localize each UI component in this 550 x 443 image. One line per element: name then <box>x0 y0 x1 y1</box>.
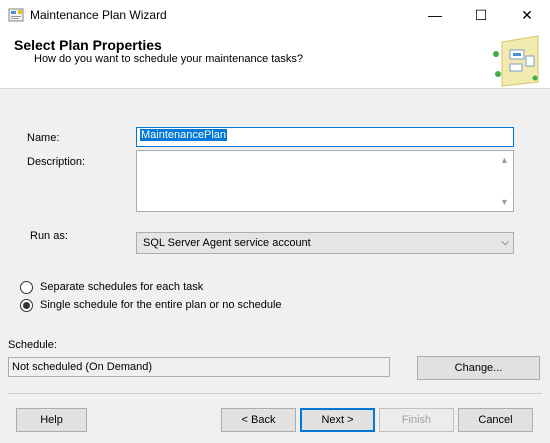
page-subtitle: How do you want to schedule your mainten… <box>34 53 304 65</box>
cancel-button[interactable]: Cancel <box>458 408 533 432</box>
separate-schedules-radio[interactable] <box>20 281 33 294</box>
scroll-down-icon[interactable]: ▼ <box>496 195 513 209</box>
change-schedule-button[interactable]: Change... <box>417 356 540 380</box>
header-illustration-icon <box>493 35 539 87</box>
close-button[interactable]: ✕ <box>504 0 550 30</box>
window-title: Maintenance Plan Wizard <box>30 8 167 22</box>
minimize-button[interactable]: — <box>412 0 458 30</box>
name-field[interactable]: MaintenancePlan <box>136 127 514 147</box>
single-schedule-label[interactable]: Single schedule for the entire plan or n… <box>40 299 282 311</box>
title-bar[interactable]: Maintenance Plan Wizard — ☐ ✕ <box>0 0 550 30</box>
finish-button: Finish <box>379 408 454 432</box>
chevron-down-icon: ⌵ <box>501 237 509 248</box>
footer-separator <box>8 393 542 394</box>
radio-selected-dot <box>23 302 30 309</box>
page-title: Select Plan Properties <box>14 37 162 53</box>
description-label: Description: <box>27 156 86 168</box>
scroll-up-icon[interactable]: ▲ <box>496 153 513 167</box>
back-button[interactable]: < Back <box>221 408 296 432</box>
description-scrollbar[interactable]: ▲ ▼ <box>496 151 513 211</box>
description-field[interactable]: ▲ ▼ <box>136 150 514 212</box>
runas-label: Run as: <box>30 230 68 242</box>
separate-schedules-label[interactable]: Separate schedules for each task <box>40 281 203 293</box>
wizard-app-icon <box>8 8 24 22</box>
schedule-field: Not scheduled (On Demand) <box>8 357 390 377</box>
schedule-value: Not scheduled (On Demand) <box>12 361 153 373</box>
maximize-button[interactable]: ☐ <box>458 0 504 30</box>
single-schedule-radio[interactable] <box>20 299 33 312</box>
help-button[interactable]: Help <box>16 408 87 432</box>
name-label: Name: <box>27 132 60 144</box>
wizard-header: Select Plan Properties How do you want t… <box>0 30 550 89</box>
runas-dropdown[interactable]: SQL Server Agent service account ⌵ <box>136 232 514 254</box>
runas-value: SQL Server Agent service account <box>143 237 311 249</box>
name-value: MaintenancePlan <box>140 129 228 141</box>
schedule-label: Schedule: <box>8 339 57 351</box>
next-button[interactable]: Next > <box>300 408 375 432</box>
